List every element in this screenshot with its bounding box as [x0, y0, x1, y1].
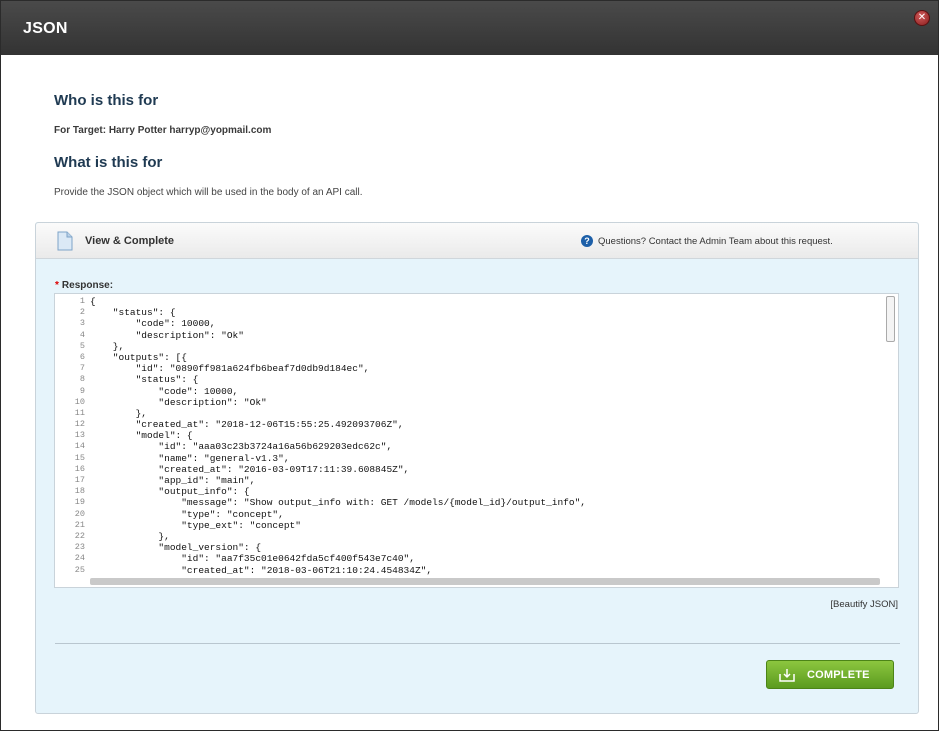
admin-contact-text[interactable]: Questions? Contact the Admin Team about … — [598, 236, 833, 247]
code-area[interactable]: { "status": { "code": 10000, "descriptio… — [90, 296, 880, 576]
code-line: "app_id": "main", — [90, 475, 256, 486]
code-line: "id": "aa7f35c01e0642fda5cf400f543e7c40"… — [90, 553, 415, 565]
line-number: 20 — [74, 508, 85, 519]
required-marker: * — [55, 280, 59, 291]
close-button[interactable]: ✕ — [914, 10, 930, 26]
code-line: "description": "Ok" — [90, 396, 267, 408]
response-label-text: Response: — [61, 280, 114, 291]
code-line: "name": "general-v1.3", — [90, 452, 290, 464]
modal-titlebar: JSON ✕ — [1, 1, 938, 55]
code-line: "code": 10000, — [90, 318, 216, 330]
code-line: "model": { — [90, 430, 193, 442]
code-line: "type_ext": "concept" — [90, 519, 301, 531]
line-number: 22 — [74, 530, 85, 541]
line-number: 2 — [79, 307, 85, 318]
who-heading: Who is this for — [54, 92, 159, 109]
view-complete-panel: View & Complete ? Questions? Contact the… — [35, 222, 919, 714]
line-number: 13 — [74, 430, 85, 441]
line-number: 25 — [74, 564, 85, 575]
line-number: 3 — [79, 318, 85, 329]
line-number: 4 — [79, 329, 85, 340]
target-info: For Target: Harry Potter harryp@yopmail.… — [54, 125, 272, 136]
code-line: "outputs": [{ — [90, 351, 187, 363]
line-number: 24 — [74, 553, 85, 564]
line-number: 7 — [79, 363, 85, 374]
line-number: 5 — [79, 340, 85, 351]
code-line: "id": "aaa03c23b3724a16a56b629203edc62c"… — [90, 441, 393, 453]
line-number: 21 — [74, 519, 85, 530]
vertical-scrollbar[interactable] — [886, 296, 895, 342]
divider — [55, 643, 900, 644]
code-line: "created_at": "2018-12-06T15:55:25.49209… — [90, 419, 404, 431]
complete-button[interactable]: COMPLETE — [766, 660, 894, 689]
line-number-gutter: 1 2 3 4 5 6 7 8 9 10 11 12 13 14 15 16 17 18 19 20 21 22 23 24 2… — [55, 296, 85, 576]
line-number: 1 — [79, 296, 85, 306]
line-number: 15 — [74, 452, 85, 463]
question-icon: ? — [581, 235, 593, 247]
line-number: 14 — [74, 441, 85, 452]
download-tray-icon — [779, 669, 795, 682]
json-editor[interactable]: 1 2 3 4 5 6 7 8 9 10 11 12 13 14 15 16 17 18 19 20 21 22 23 24 2… — [54, 293, 899, 588]
what-heading: What is this for — [54, 154, 163, 171]
line-number: 18 — [74, 486, 85, 497]
line-number: 19 — [74, 497, 85, 508]
panel-header: View & Complete ? Questions? Contact the… — [36, 223, 918, 259]
code-line: }, — [90, 530, 170, 542]
code-line: "created_at": "2018-03-06T21:10:24.45483… — [90, 564, 433, 576]
code-line: "model_version": { — [90, 542, 262, 554]
complete-button-label: COMPLETE — [807, 669, 870, 681]
line-number: 9 — [79, 385, 85, 396]
code-line: }, — [90, 340, 125, 352]
code-line: "status": { — [90, 307, 176, 319]
beautify-json-link[interactable]: [Beautify JSON] — [830, 599, 898, 610]
code-line: "code": 10000, — [90, 385, 239, 397]
code-line: "id": "0890ff981a624fb6beaf7d0db9d184ec"… — [90, 363, 370, 375]
line-number: 16 — [74, 463, 85, 474]
response-label: * Response: — [55, 280, 113, 291]
code-line: "created_at": "2016-03-09T17:11:39.60884… — [90, 463, 410, 475]
document-icon — [57, 231, 73, 251]
code-line: "output_info": { — [90, 486, 250, 498]
code-line: { — [90, 296, 96, 307]
line-number: 17 — [74, 475, 85, 485]
line-number: 23 — [74, 542, 85, 553]
line-number: 10 — [74, 396, 85, 407]
line-number: 8 — [79, 374, 85, 385]
code-line: }, — [90, 407, 148, 419]
modal-title: JSON — [23, 20, 68, 37]
code-line: "description": "Ok" — [90, 329, 244, 341]
code-line: "message": "Show output_info with: GET /… — [90, 497, 586, 509]
close-icon: ✕ — [917, 12, 927, 23]
panel-title: View & Complete — [85, 235, 175, 247]
line-number: 12 — [74, 419, 85, 430]
horizontal-scrollbar[interactable] — [90, 578, 880, 585]
line-number: 11 — [74, 407, 85, 418]
json-modal: JSON ✕ Who is this for For Target: Harry… — [0, 0, 939, 731]
code-line: "type": "concept", — [90, 508, 284, 520]
what-description: Provide the JSON object which will be us… — [54, 187, 363, 198]
line-number: 6 — [79, 351, 85, 362]
code-line: "status": { — [90, 374, 199, 386]
